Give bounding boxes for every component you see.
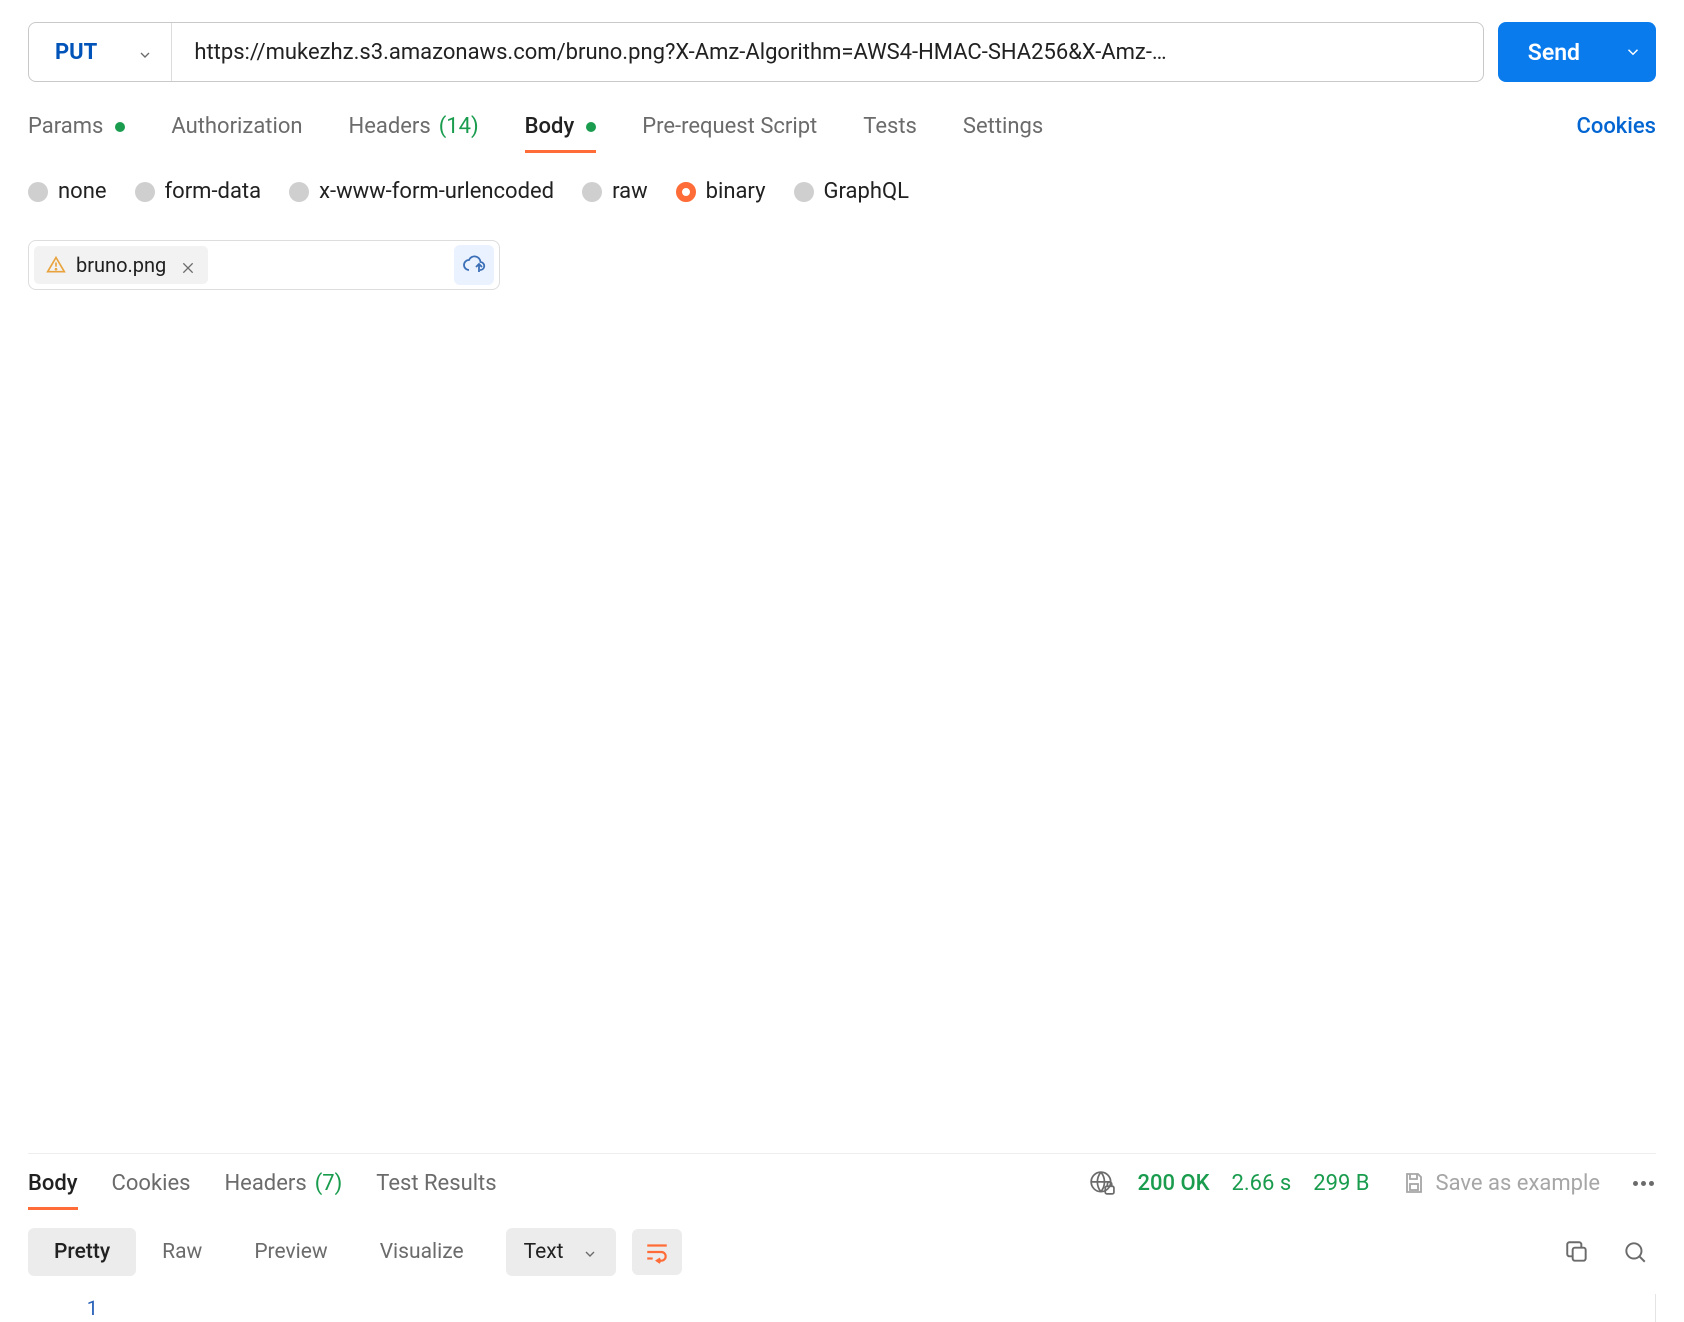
tab-authorization[interactable]: Authorization [171,114,302,153]
radio-icon [289,182,309,202]
tab-tests[interactable]: Tests [863,114,917,153]
radio-icon [135,182,155,202]
line-number: 1 [28,1294,118,1322]
dot-indicator-icon [586,122,596,132]
body-type-xwww[interactable]: x-www-form-urlencoded [289,179,554,204]
response-format-select[interactable]: Text [506,1228,616,1276]
response-tab-headers[interactable]: Headers (7) [224,1171,342,1210]
send-dropdown-toggle[interactable] [1610,22,1656,82]
send-button[interactable]: Send [1498,22,1656,82]
binary-file-block: bruno.png [28,240,500,290]
save-as-example-button[interactable]: Save as example [1402,1171,1601,1196]
save-icon [1402,1171,1426,1195]
dot-indicator-icon [115,122,125,132]
file-chip[interactable]: bruno.png [34,246,208,284]
body-type-graphql[interactable]: GraphQL [794,179,909,204]
request-url-input[interactable]: https://mukezhz.s3.amazonaws.com/bruno.p… [172,23,1482,81]
tab-settings[interactable]: Settings [963,114,1043,153]
warning-icon [46,255,66,275]
more-options-button[interactable] [1630,1181,1656,1186]
body-type-binary[interactable]: binary [676,179,766,204]
response-status: 200 OK [1137,1171,1209,1196]
response-time: 2.66 s [1232,1171,1292,1196]
radio-icon [582,182,602,202]
wrap-lines-button[interactable] [632,1229,682,1275]
response-tab-test-results[interactable]: Test Results [376,1171,496,1210]
http-method-select[interactable]: PUT [29,23,172,81]
remove-file-icon[interactable] [180,257,196,273]
upload-file-button[interactable] [454,245,494,285]
view-preview[interactable]: Preview [228,1228,353,1276]
view-visualize[interactable]: Visualize [354,1228,490,1276]
radio-icon [794,182,814,202]
http-method-label: PUT [55,40,97,65]
request-url-text: https://mukezhz.s3.amazonaws.com/bruno.p… [194,40,1166,65]
send-button-label: Send [1498,39,1610,66]
response-view-mode: Pretty Raw Preview Visualize [28,1228,490,1276]
response-editor[interactable]: 1 [28,1294,1656,1322]
line-content [118,1294,1656,1322]
network-globe-icon[interactable] [1089,1170,1115,1196]
tab-headers[interactable]: Headers (14) [349,114,479,153]
copy-response-button[interactable] [1564,1239,1590,1265]
radio-selected-icon [676,182,696,202]
radio-icon [28,182,48,202]
view-pretty[interactable]: Pretty [28,1228,136,1276]
tab-prerequest-script[interactable]: Pre-request Script [642,114,817,153]
tab-body[interactable]: Body [525,114,597,153]
body-type-raw[interactable]: raw [582,179,648,204]
body-type-form-data[interactable]: form-data [135,179,262,204]
view-raw[interactable]: Raw [136,1228,228,1276]
chevron-down-icon [582,1244,598,1260]
body-type-none[interactable]: none [28,179,107,204]
chevron-down-icon [137,44,153,60]
response-size: 299 B [1313,1171,1369,1196]
file-name: bruno.png [76,253,166,277]
response-tab-cookies[interactable]: Cookies [112,1171,191,1210]
cookies-link[interactable]: Cookies [1576,114,1656,153]
search-response-button[interactable] [1622,1239,1648,1265]
response-tab-body[interactable]: Body [28,1171,78,1210]
tab-params[interactable]: Params [28,114,125,153]
